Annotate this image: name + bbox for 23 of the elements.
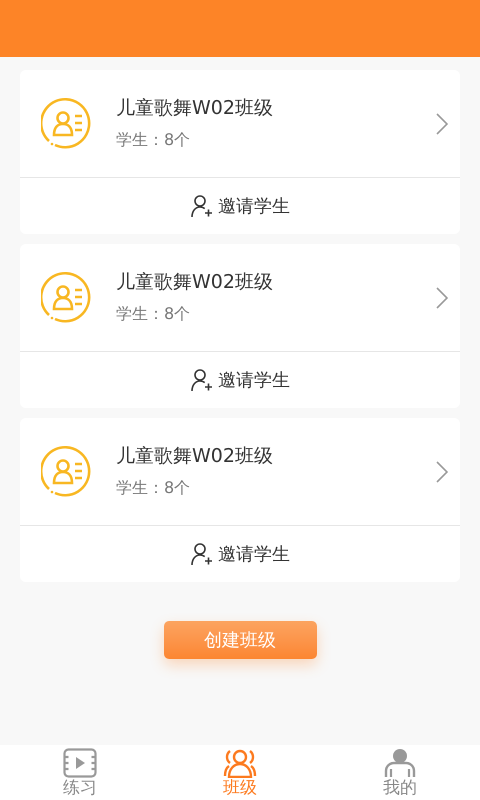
class-card[interactable]: 儿童歌舞W02班级 学生：8个 邀请学生	[20, 418, 460, 582]
add-person-icon	[190, 194, 214, 218]
class-card[interactable]: 儿童歌舞W02班级 学生：8个 邀请学生	[20, 244, 460, 408]
invite-button[interactable]: 邀请学生	[20, 526, 460, 582]
tab[interactable]: 练习	[0, 745, 160, 800]
invite-button[interactable]: 邀请学生	[20, 352, 460, 408]
person-icon	[383, 748, 417, 778]
class-name: 儿童歌舞W02班级	[116, 99, 274, 118]
tab[interactable]: 我的	[320, 745, 480, 800]
student-count: 学生：8个	[116, 480, 192, 496]
chevron-right-icon	[436, 460, 448, 482]
chevron-right-icon	[436, 112, 448, 134]
group-icon	[223, 748, 257, 778]
student-count: 学生：8个	[116, 132, 192, 148]
video-icon	[63, 748, 97, 778]
class-name: 儿童歌舞W02班级	[116, 273, 274, 292]
class-name: 儿童歌舞W02班级	[116, 447, 274, 466]
chevron-right-icon	[436, 286, 448, 308]
invite-button[interactable]: 邀请学生	[20, 178, 460, 234]
student-count: 学生：8个	[116, 306, 192, 322]
add-person-icon	[190, 542, 214, 566]
class-card[interactable]: 儿童歌舞W02班级 学生：8个 邀请学生	[20, 70, 460, 234]
add-person-icon	[190, 368, 214, 392]
